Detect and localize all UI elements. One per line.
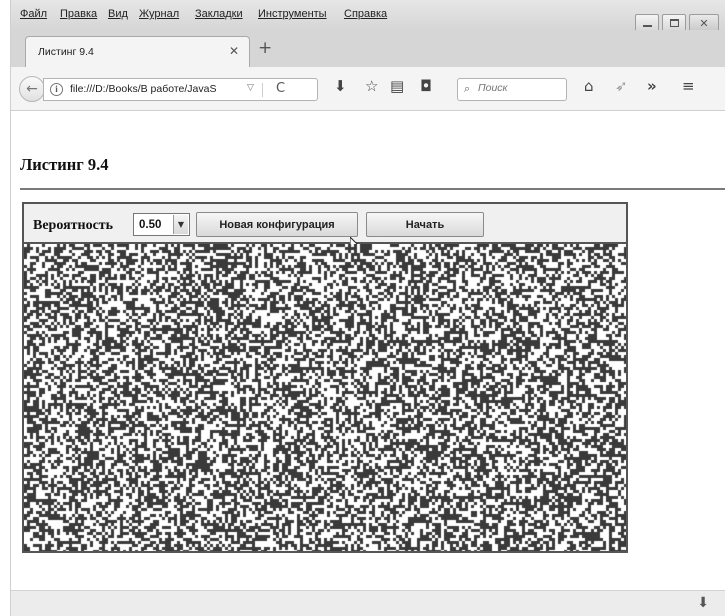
search-icon: ⌕ — [464, 82, 471, 95]
probability-label: Вероятность — [33, 218, 114, 233]
reload-icon[interactable]: C — [276, 81, 285, 96]
status-bar: ⬇ — [11, 590, 725, 616]
download-arrow-icon[interactable]: ⬇ — [334, 79, 347, 94]
search-box[interactable]: ⌕ — [457, 78, 567, 101]
menu-bookmarks[interactable]: Закладки — [195, 8, 243, 20]
new-configuration-button[interactable]: Новая конфигурация — [196, 212, 358, 237]
hamburger-menu-icon[interactable]: ≡ — [682, 79, 695, 94]
minimize-icon — [642, 25, 652, 27]
menu-tools[interactable]: Инструменты — [258, 8, 327, 20]
chevron-down-icon[interactable]: ▼ — [173, 215, 188, 234]
menu-file[interactable]: Файл — [20, 8, 47, 20]
new-tab-icon[interactable]: + — [258, 40, 272, 57]
tab-listing[interactable]: Листинг 9.4 ✕ — [25, 36, 250, 67]
menu-help[interactable]: Справка — [344, 8, 387, 20]
page-content: Листинг 9.4 Вероятность 0.50 ▼ Новая кон… — [11, 111, 725, 590]
navigation-bar: ← i file:///D:/Books/В работе/JavaS ▽ C … — [11, 67, 725, 111]
menu-edit[interactable]: Правка — [60, 8, 97, 20]
info-icon[interactable]: i — [50, 83, 63, 96]
start-button[interactable]: Начать — [366, 212, 484, 237]
page-title: Листинг 9.4 — [20, 155, 109, 174]
url-separator — [262, 83, 263, 97]
back-button[interactable]: ← — [19, 76, 45, 102]
send-icon[interactable]: ➶ — [615, 79, 628, 94]
probability-value: 0.50 — [139, 219, 162, 231]
menu-view[interactable]: Вид — [108, 8, 128, 20]
pocket-icon[interactable]: ◘ — [420, 79, 432, 94]
home-icon[interactable]: ⌂ — [584, 79, 594, 94]
url-dropdown-icon[interactable]: ▽ — [247, 83, 254, 93]
menu-history[interactable]: Журнал — [139, 8, 179, 20]
search-input[interactable] — [478, 82, 563, 94]
maximize-icon — [669, 19, 679, 27]
simulation-panel: Вероятность 0.50 ▼ Новая конфигурация На… — [22, 202, 628, 553]
bookmark-star-icon[interactable]: ☆ — [365, 79, 378, 94]
probability-select[interactable]: 0.50 ▼ — [133, 213, 190, 236]
back-arrow-icon: ← — [26, 81, 38, 97]
horizontal-rule — [20, 188, 725, 190]
reader-view-icon[interactable]: ▤ — [390, 79, 404, 94]
tab-close-icon[interactable]: ✕ — [229, 44, 239, 58]
controls-toolbar: Вероятность 0.50 ▼ Новая конфигурация На… — [24, 204, 626, 255]
window-left-edge — [0, 0, 11, 616]
close-icon: ✕ — [699, 16, 709, 30]
tab-strip: Листинг 9.4 ✕ + — [11, 30, 725, 67]
address-bar[interactable]: i file:///D:/Books/В работе/JavaS ▽ C — [43, 78, 318, 101]
menu-bar: Файл Правка Вид Журнал Закладки Инструме… — [11, 0, 725, 30]
tab-title: Листинг 9.4 — [38, 46, 94, 58]
downloads-icon[interactable]: ⬇ — [697, 595, 709, 611]
cell-grid-canvas[interactable] — [24, 244, 626, 551]
overflow-chevron-icon[interactable]: » — [647, 79, 657, 94]
url-text[interactable]: file:///D:/Books/В работе/JavaS — [70, 83, 240, 95]
